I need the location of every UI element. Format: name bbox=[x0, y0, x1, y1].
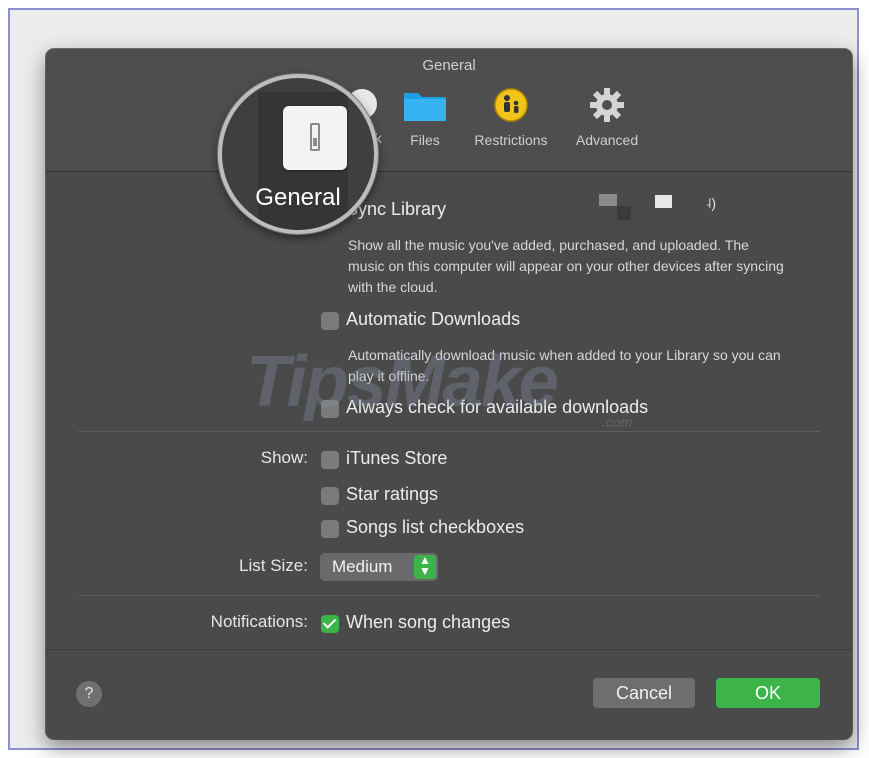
list-size-popup[interactable]: Medium ▲ ▼ bbox=[320, 553, 438, 581]
songs-list-checkboxes-checkbox[interactable] bbox=[321, 520, 339, 538]
list-size-label: List Size: bbox=[239, 556, 308, 575]
list-size-value: Medium bbox=[332, 557, 393, 576]
automatic-downloads-label: Automatic Downloads bbox=[346, 309, 521, 329]
parental-restrictions-icon bbox=[494, 88, 528, 122]
general-switch-icon bbox=[283, 106, 347, 170]
tab-advanced[interactable]: Advanced bbox=[568, 87, 646, 148]
automatic-downloads-checkbox[interactable] bbox=[321, 312, 339, 330]
ok-button[interactable]: OK bbox=[716, 678, 820, 708]
footer-divider bbox=[46, 649, 852, 650]
gear-icon bbox=[590, 88, 624, 122]
tab-advanced-label: Advanced bbox=[575, 132, 639, 148]
divider bbox=[78, 431, 820, 432]
itunes-store-checkbox[interactable] bbox=[321, 451, 339, 469]
cancel-button[interactable]: Cancel bbox=[593, 678, 695, 708]
window-title: General bbox=[422, 57, 476, 74]
tab-files[interactable]: Files bbox=[402, 87, 448, 148]
help-button[interactable]: ? bbox=[76, 681, 102, 707]
tab-restrictions[interactable]: Restrictions bbox=[464, 87, 558, 148]
sync-library-description: Show all the music you've added, purchas… bbox=[348, 237, 784, 295]
preferences-window: General ack Files bbox=[46, 49, 852, 739]
divider bbox=[78, 595, 820, 596]
tab-files-label: Files bbox=[410, 132, 440, 148]
toolbar: General ack Files bbox=[46, 49, 852, 172]
show-label: Show: bbox=[260, 448, 308, 467]
always-check-downloads-checkbox[interactable] bbox=[321, 400, 339, 418]
always-check-downloads-label: Always check for available downloads bbox=[346, 397, 649, 417]
itunes-store-label: iTunes Store bbox=[346, 448, 448, 468]
folder-icon bbox=[404, 93, 446, 121]
star-ratings-label: Star ratings bbox=[346, 484, 439, 504]
star-ratings-checkbox[interactable] bbox=[321, 487, 339, 505]
screenshot-frame: General ack Files bbox=[8, 8, 859, 750]
when-song-changes-checkbox[interactable] bbox=[321, 615, 339, 633]
songs-list-checkboxes-label: Songs list checkboxes bbox=[346, 517, 525, 537]
chevron-updown-icon: ▲ ▼ bbox=[414, 554, 436, 579]
tab-general-label: General bbox=[255, 184, 341, 211]
tab-restrictions-label: Restrictions bbox=[474, 132, 548, 148]
tab-general[interactable]: General bbox=[218, 74, 378, 234]
automatic-downloads-description: Automatically download music when added … bbox=[348, 347, 781, 384]
notifications-label: Notifications: bbox=[210, 612, 308, 631]
when-song-changes-label: When song changes bbox=[346, 612, 511, 632]
